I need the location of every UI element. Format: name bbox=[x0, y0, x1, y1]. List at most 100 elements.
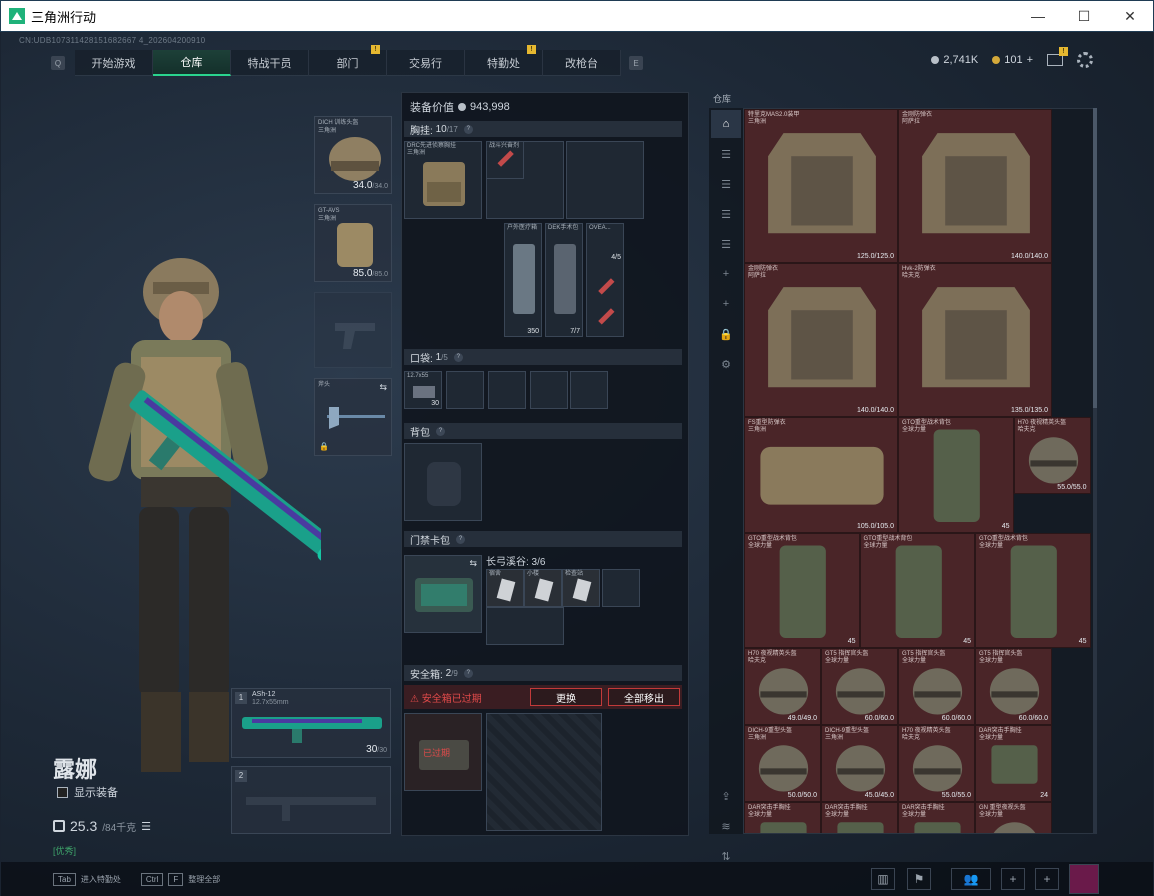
medkit-item[interactable]: 户外医疗箱 350 bbox=[504, 223, 542, 337]
warehouse-item[interactable]: GT5 指挥官头盔 全球力量 60.0/60.0 bbox=[975, 648, 1052, 725]
injector-stack[interactable]: OVEA... 4/5 bbox=[586, 223, 624, 337]
secondary-weapon-slot[interactable]: 2 bbox=[231, 766, 391, 834]
help-icon[interactable]: ? bbox=[436, 426, 445, 436]
warehouse-item[interactable]: DAR突击手胸挂 全球力量 24 bbox=[975, 725, 1052, 802]
gear-icon[interactable]: ⚙ bbox=[711, 350, 741, 378]
add-team-button[interactable]: + bbox=[1001, 868, 1025, 890]
help-icon[interactable]: ? bbox=[463, 668, 473, 678]
warehouse-item[interactable]: GT5 指挥官头盔 全球力量 60.0/60.0 bbox=[898, 648, 975, 725]
warehouse-item[interactable]: GN 重型夜视头盔 全球力量 bbox=[975, 802, 1052, 833]
warehouse-item[interactable]: 特里克MAS2.0装甲 三角洲 125.0/125.0 bbox=[744, 109, 898, 263]
warehouse-item[interactable]: GTO重型战术背包 全球力量 45 bbox=[744, 532, 860, 648]
add-gold-button[interactable]: + bbox=[1027, 54, 1033, 66]
tab-0[interactable]: 开始游戏 bbox=[75, 50, 153, 76]
keycard-item[interactable]: 宿舍 bbox=[486, 569, 524, 607]
safebox-item[interactable]: 已过期 bbox=[404, 713, 482, 791]
warehouse-item[interactable]: DAR突击手胸挂 全球力量 bbox=[744, 802, 821, 833]
primary-weapon-slot[interactable]: 1 ASh-12 12.7x55mm 30/30 bbox=[231, 688, 391, 758]
maximize-button[interactable]: ☐ bbox=[1061, 1, 1107, 31]
coin-icon bbox=[458, 103, 466, 111]
warehouse-grid[interactable]: 特里克MAS2.0装甲 三角洲 125.0/125.0 金刚防弹衣 阿萨拉 140.0… bbox=[743, 108, 1095, 834]
chest-rig-item[interactable]: DRC先进侦察胸挂 三角洲 bbox=[404, 141, 482, 219]
warehouse-item[interactable]: H70 夜视精英头盔 哈夫克 55.0/55.0 bbox=[1013, 417, 1091, 494]
warehouse-item[interactable]: GT5 指挥官头盔 全球力量 60.0/60.0 bbox=[821, 648, 898, 725]
list-icon[interactable]: ☰ bbox=[711, 230, 741, 258]
plus-icon[interactable]: + bbox=[711, 260, 741, 288]
help-icon[interactable]: ? bbox=[453, 352, 463, 362]
close-button[interactable]: ✕ bbox=[1107, 1, 1153, 31]
add-team-button[interactable]: + bbox=[1035, 868, 1059, 890]
pocket-slot[interactable] bbox=[530, 371, 568, 409]
chest-slot[interactable] bbox=[566, 141, 644, 219]
help-icon[interactable]: ? bbox=[456, 534, 465, 544]
warehouse-item[interactable]: 金刚防弹衣 阿萨拉 140.0/140.0 bbox=[898, 109, 1052, 263]
tab-5[interactable]: 特勤处! bbox=[465, 45, 543, 76]
scroll-thumb[interactable] bbox=[1093, 108, 1097, 408]
warehouse-item[interactable]: H70 夜视精英头盔 哈夫克 55.0/55.0 bbox=[898, 725, 975, 802]
hint-sort-all[interactable]: Ctrl F 整理全部 bbox=[140, 872, 220, 886]
list-icon[interactable]: ☰ bbox=[711, 170, 741, 198]
hint-enter-special[interactable]: Tab 进入特勤处 bbox=[53, 872, 121, 886]
warehouse-item[interactable]: Hvk-2防弹衣 哈夫克 135.0/135.0 bbox=[898, 263, 1052, 417]
list-icon[interactable]: ☰ bbox=[141, 820, 151, 833]
warehouse-item[interactable]: DAR突击手胸挂 全球力量 bbox=[898, 802, 975, 833]
nav-left-key[interactable]: Q bbox=[51, 56, 65, 70]
mail-icon[interactable]: ! bbox=[1047, 47, 1068, 66]
tab-3[interactable]: 部门! bbox=[309, 45, 387, 76]
tab-2[interactable]: 特战干员 bbox=[231, 50, 309, 76]
warehouse-item[interactable]: FS重型防弹衣 三角洲 105.0/105.0 bbox=[744, 417, 898, 533]
checkbox[interactable] bbox=[57, 786, 68, 798]
ammo-item[interactable]: 12.7x55 30 bbox=[404, 371, 442, 409]
pocket-slot[interactable] bbox=[446, 371, 484, 409]
warehouse-item[interactable]: DICH-9重型头盔 三角洲 50.0/50.0 bbox=[744, 725, 821, 802]
keycard-item[interactable]: 检查站 bbox=[562, 569, 600, 607]
keycard-slot[interactable] bbox=[602, 569, 640, 607]
avatar[interactable] bbox=[1069, 864, 1099, 894]
warehouse-item[interactable]: DICH-9重型头盔 三角洲 45.0/45.0 bbox=[821, 725, 898, 802]
show-equipment-toggle[interactable]: 显示装备 bbox=[57, 784, 118, 800]
keycard-item[interactable]: 小楼 bbox=[524, 569, 562, 607]
list-icon[interactable]: ☰ bbox=[711, 200, 741, 228]
stim-item[interactable]: 战斗兴奋剂 bbox=[486, 141, 524, 179]
team-icon[interactable]: 👥 bbox=[951, 868, 991, 890]
nav-right-key[interactable]: E bbox=[629, 56, 643, 70]
helmet-slot[interactable]: DICH 训练头盔 三角洲 34.0/34.0 bbox=[314, 116, 392, 194]
stats-icon[interactable]: ▥ bbox=[871, 868, 895, 890]
gold-currency[interactable]: 101 + bbox=[992, 54, 1033, 66]
pocket-slot[interactable] bbox=[488, 371, 526, 409]
replace-safebox-button[interactable]: 更换 bbox=[530, 688, 602, 706]
layers-icon[interactable]: ≋ bbox=[711, 812, 741, 840]
swap-icon[interactable]: ⇆ bbox=[469, 558, 477, 569]
warehouse-item[interactable]: GTO重型战术背包 全球力量 45 bbox=[859, 532, 975, 648]
plus-icon[interactable]: + bbox=[711, 290, 741, 318]
warehouse-item[interactable]: 金刚防弹衣 阿萨拉 140.0/140.0 bbox=[744, 263, 898, 417]
flag-icon[interactable]: ⚑ bbox=[907, 868, 931, 890]
rifle-placeholder-icon bbox=[246, 797, 376, 821]
upload-icon[interactable]: ⇪ bbox=[711, 782, 741, 810]
tab-4[interactable]: 交易行 bbox=[387, 50, 465, 76]
tab-1[interactable]: 仓库 bbox=[153, 50, 231, 76]
home-icon[interactable]: ⌂ bbox=[711, 110, 741, 138]
settings-gear-icon[interactable] bbox=[1077, 52, 1093, 68]
warehouse-item[interactable]: GTO重型战术背包 全球力量 45 bbox=[898, 417, 1014, 533]
backpack-slot[interactable] bbox=[404, 443, 482, 521]
pistol-slot[interactable] bbox=[314, 292, 392, 368]
help-icon[interactable]: ? bbox=[463, 124, 473, 134]
warehouse-scrollbar[interactable] bbox=[1093, 108, 1097, 834]
safebox-grid[interactable] bbox=[486, 713, 602, 831]
warehouse-item[interactable]: H70 夜视精英头盔 哈夫克 49.0/49.0 bbox=[744, 648, 821, 725]
keycard-case[interactable]: ⇆ bbox=[404, 555, 482, 633]
warehouse-item[interactable]: DAR突击手胸挂 全球力量 bbox=[821, 802, 898, 833]
tab-6[interactable]: 改枪台 bbox=[543, 50, 621, 76]
lock-icon[interactable]: 🔒 bbox=[711, 320, 741, 348]
surgery-kit-item[interactable]: DEK手术包 7/7 bbox=[545, 223, 583, 337]
armor-slot[interactable]: GT-AVS 三角洲 85.0/85.0 bbox=[314, 204, 392, 282]
warehouse-item[interactable]: GTO重型战术背包 全球力量 45 bbox=[975, 532, 1091, 648]
list-icon[interactable]: ☰ bbox=[711, 140, 741, 168]
keycard-slot[interactable] bbox=[486, 607, 564, 645]
remove-all-button[interactable]: 全部移出 bbox=[608, 688, 680, 706]
minimize-button[interactable]: — bbox=[1015, 1, 1061, 31]
melee-slot[interactable]: 斧头 ⇆ 🔒 bbox=[314, 378, 392, 456]
pocket-slot[interactable] bbox=[570, 371, 608, 409]
chest-rig-image bbox=[423, 162, 465, 206]
